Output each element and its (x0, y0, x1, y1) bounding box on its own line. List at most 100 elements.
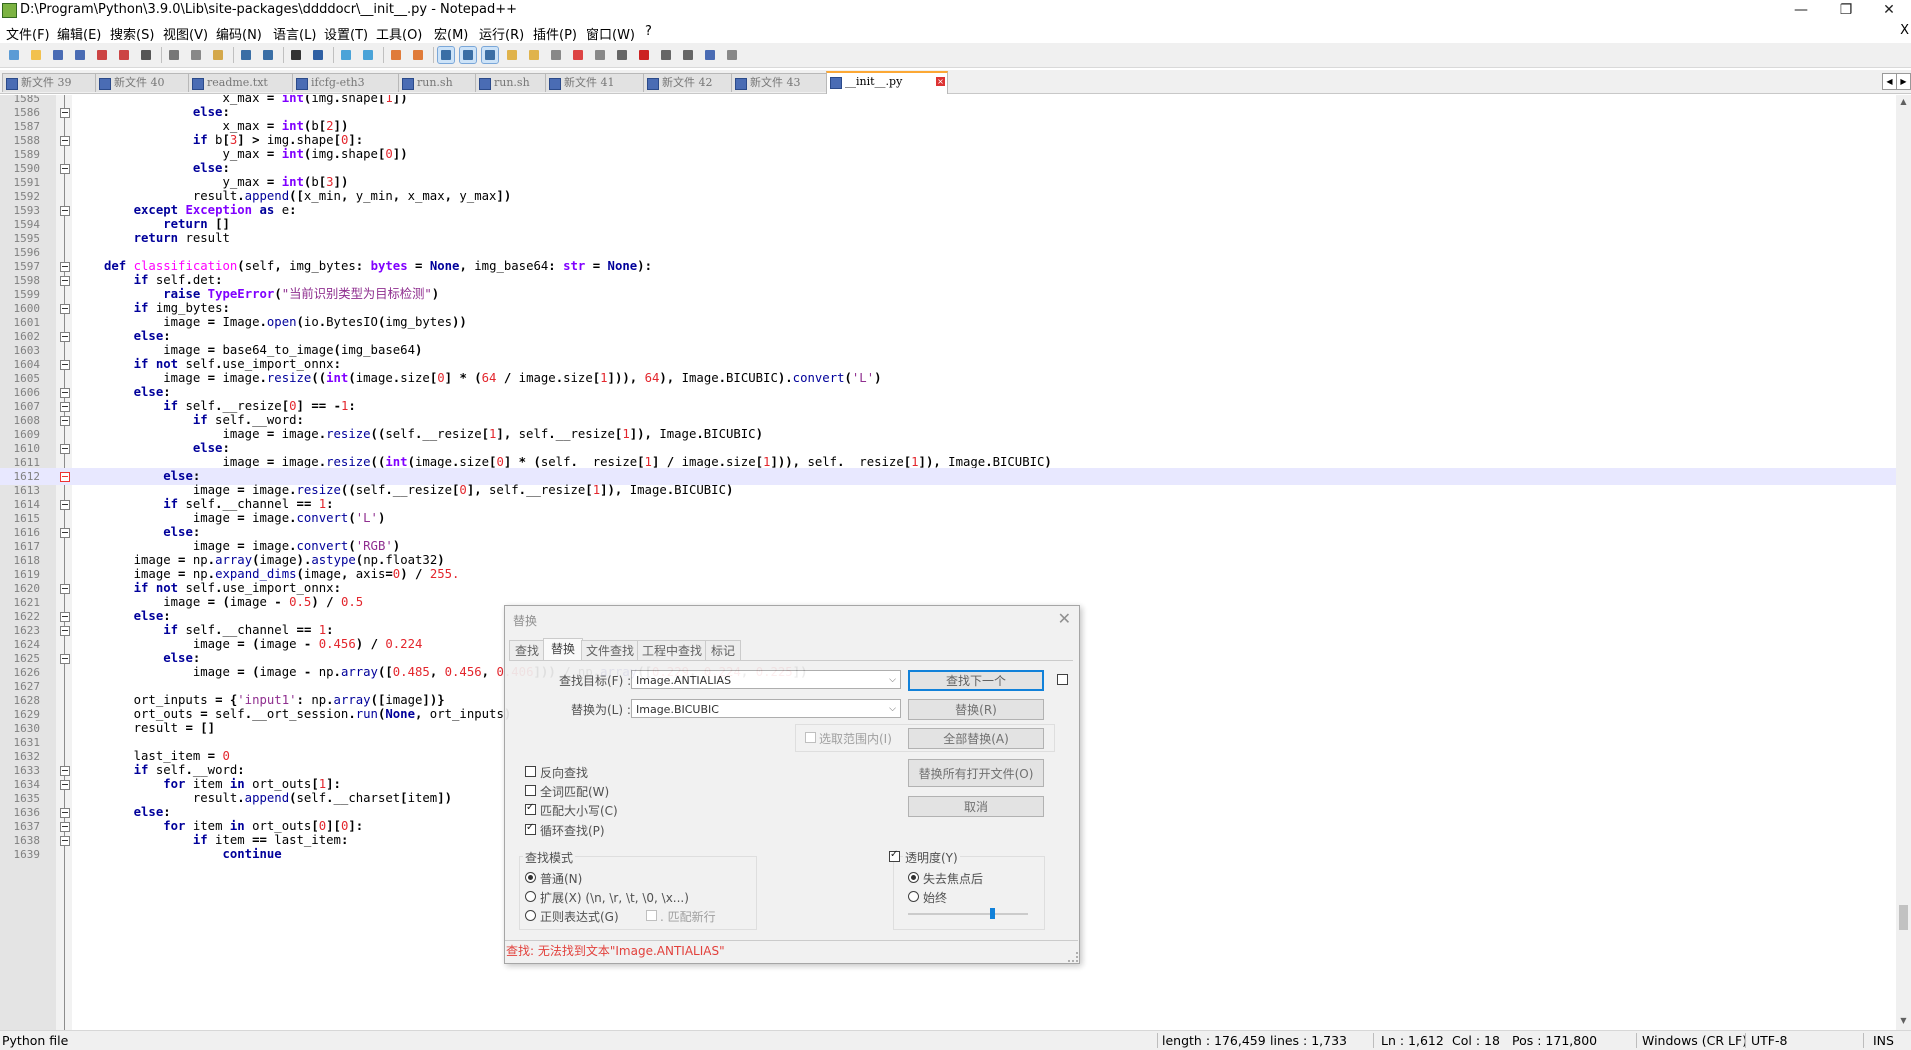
stop-record-icon[interactable] (658, 47, 674, 63)
close-window-button[interactable]: ✕ (1867, 0, 1911, 20)
fold-toggle-icon[interactable] (60, 108, 70, 118)
play-macro-icon[interactable] (680, 47, 696, 63)
menu-item[interactable]: 搜索(S) (110, 24, 154, 43)
word-wrap-icon[interactable] (437, 46, 455, 64)
print-icon[interactable] (138, 47, 154, 63)
dot-newline-checkbox[interactable] (646, 910, 657, 921)
menu-item[interactable]: 视图(V) (163, 24, 208, 43)
fold-toggle-icon[interactable] (60, 766, 70, 776)
paste-icon[interactable] (210, 47, 226, 63)
menu-item[interactable]: 编辑(E) (57, 24, 101, 43)
fold-toggle-icon[interactable] (60, 304, 70, 314)
fold-toggle-icon[interactable] (60, 332, 70, 342)
redo-icon[interactable] (260, 47, 276, 63)
record-macro-icon[interactable] (636, 47, 652, 63)
sync-vertical-icon[interactable] (388, 47, 404, 63)
menu-item[interactable]: 编码(N) (216, 24, 262, 43)
trans-always-radio[interactable] (908, 891, 919, 902)
scroll-down-icon[interactable]: ▼ (1898, 1016, 1909, 1028)
menu-item[interactable]: 语言(L) (273, 24, 316, 43)
fold-toggle-icon[interactable] (60, 654, 70, 664)
minimize-button[interactable]: — (1779, 0, 1823, 20)
zoom-out-icon[interactable] (360, 47, 376, 63)
whole-word-checkbox[interactable] (525, 785, 536, 796)
undo-icon[interactable] (238, 47, 254, 63)
transparency-checkbox[interactable] (889, 849, 900, 862)
folder-workspace-icon[interactable] (570, 47, 586, 63)
menu-item[interactable]: 窗口(W) (586, 24, 635, 43)
document-tab[interactable]: readme.txt× (188, 73, 309, 92)
document-tab[interactable]: __init__.py × (826, 71, 948, 94)
vertical-scrollbar[interactable]: ▲ ▼ (1896, 95, 1911, 1030)
match-case-checkbox[interactable] (525, 802, 536, 815)
transparency-slider-thumb[interactable] (990, 908, 995, 919)
chevron-down-icon[interactable]: ⌵ (889, 700, 896, 719)
doc-switcher-icon[interactable] (592, 47, 608, 63)
new-file-icon[interactable] (6, 47, 22, 63)
fold-toggle-icon[interactable] (60, 836, 70, 846)
dialog-close-button[interactable]: ✕ (1058, 609, 1071, 628)
dialog-tab-find-in-projects[interactable]: 工程中查找 (637, 640, 707, 661)
fold-toggle-icon[interactable] (60, 360, 70, 370)
maximize-button[interactable]: ❐ (1824, 0, 1868, 20)
fold-toggle-icon[interactable] (60, 206, 70, 216)
fold-toggle-icon[interactable] (60, 402, 70, 412)
trans-lose-focus-radio[interactable] (908, 872, 919, 883)
scrollbar-thumb[interactable] (1899, 905, 1908, 930)
find-what-input[interactable]: Image.ANTIALIAS ⌵ (631, 670, 901, 689)
fold-toggle-icon[interactable] (60, 500, 70, 510)
indent-guide-icon[interactable] (481, 46, 499, 64)
close-tab-icon[interactable]: × (936, 77, 945, 86)
fold-toggle-icon[interactable] (60, 136, 70, 146)
tab-scroll-left-icon[interactable]: ◀ (1882, 73, 1897, 90)
menu-item[interactable]: 宏(M) (434, 24, 468, 43)
find-next-extra-checkbox[interactable] (1057, 674, 1068, 685)
resize-grip[interactable] (1068, 952, 1078, 962)
function-list-icon[interactable] (548, 47, 564, 63)
menu-item[interactable]: 文件(F) (6, 24, 50, 43)
show-all-chars-icon[interactable] (459, 46, 477, 64)
sync-horizontal-icon[interactable] (410, 47, 426, 63)
fold-toggle-icon[interactable] (60, 822, 70, 832)
mode-normal-radio[interactable] (525, 872, 536, 883)
dialog-tab-replace[interactable]: 替换 (543, 638, 583, 661)
open-file-icon[interactable] (28, 47, 44, 63)
menu-item[interactable]: 工具(O) (376, 24, 422, 43)
menu-item[interactable]: 设置(T) (324, 24, 368, 43)
dialog-tab-mark[interactable]: 标记 (705, 640, 741, 661)
replace-all-open-docs-button[interactable]: 替换所有打开文件(O) (908, 759, 1044, 787)
save-all-icon[interactable] (72, 47, 88, 63)
mode-extended-radio[interactable] (525, 891, 536, 902)
cancel-button[interactable]: 取消 (908, 796, 1044, 817)
find-icon[interactable] (288, 47, 304, 63)
zoom-in-icon[interactable] (338, 47, 354, 63)
menu-item[interactable]: 插件(P) (533, 24, 577, 43)
monitoring-icon[interactable] (614, 47, 630, 63)
document-tab[interactable]: ifcfg-eth3× (292, 73, 415, 92)
replace-with-input[interactable]: Image.BICUBIC ⌵ (631, 699, 901, 718)
dialog-tab-find[interactable]: 查找 (509, 640, 545, 661)
fold-toggle-icon[interactable] (60, 416, 70, 426)
language-define-icon[interactable] (504, 47, 520, 63)
save-macro-icon[interactable] (724, 47, 740, 63)
scroll-up-icon[interactable]: ▲ (1898, 97, 1909, 109)
backward-checkbox[interactable] (525, 766, 536, 777)
transparency-slider[interactable] (908, 913, 1028, 915)
close-all-icon[interactable] (116, 47, 132, 63)
doc-map-icon[interactable] (526, 47, 542, 63)
fold-toggle-icon[interactable] (60, 388, 70, 398)
fold-toggle-icon[interactable] (60, 626, 70, 636)
close-icon[interactable] (94, 47, 110, 63)
run-macro-multiple-icon[interactable] (702, 47, 718, 63)
fold-toggle-icon[interactable] (60, 612, 70, 622)
close-document-button[interactable]: X (1900, 23, 1909, 38)
chevron-down-icon[interactable]: ⌵ (889, 671, 896, 690)
fold-toggle-icon[interactable] (60, 444, 70, 454)
replace-icon[interactable] (310, 47, 326, 63)
tab-scroll-right-icon[interactable]: ▶ (1896, 73, 1911, 90)
menu-item[interactable]: ? (645, 24, 652, 39)
find-next-button[interactable]: 查找下一个 (908, 670, 1044, 691)
cut-icon[interactable] (166, 47, 182, 63)
replace-button[interactable]: 替换(R) (908, 699, 1044, 720)
fold-toggle-icon[interactable] (60, 584, 70, 594)
